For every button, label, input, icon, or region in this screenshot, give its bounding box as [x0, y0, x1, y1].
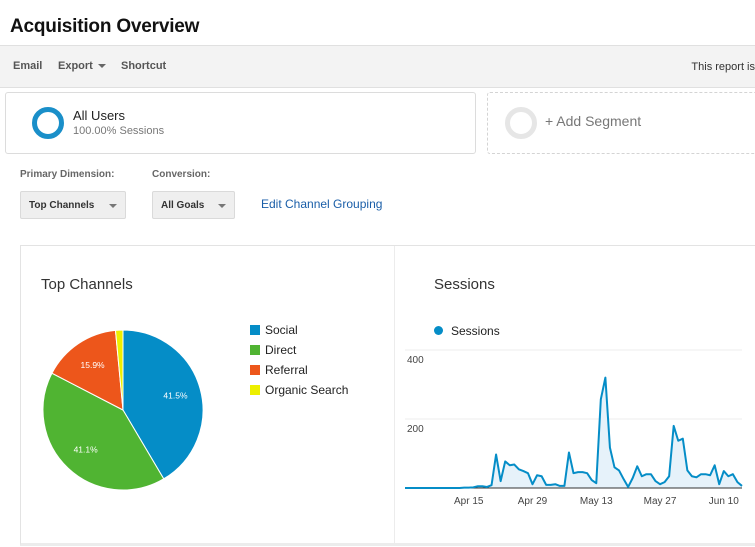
y-tick-label: 400 — [407, 355, 424, 366]
x-tick-label: May 13 — [580, 496, 613, 507]
export-label: Export — [58, 60, 93, 72]
report-status-text: This report is — [691, 61, 755, 73]
page-title: Acquisition Overview — [10, 16, 200, 37]
conversion-value: All Goals — [161, 200, 205, 211]
segment-all-users[interactable]: All Users 100.00% Sessions — [5, 92, 476, 154]
sessions-legend-label: Sessions — [451, 324, 500, 338]
legend-label: Organic Search — [265, 383, 349, 397]
legend-item-direct[interactable]: Direct — [250, 343, 296, 357]
pie-data-label: 41.1% — [74, 445, 99, 455]
empty-segment-ring-icon — [505, 107, 537, 139]
line-legend[interactable]: Sessions — [434, 324, 500, 338]
chevron-down-icon — [218, 204, 226, 208]
legend-swatch-icon — [250, 325, 260, 335]
segment-ring-icon — [32, 107, 64, 139]
export-button[interactable]: Export — [58, 60, 106, 72]
pie-data-label: 41.5% — [163, 391, 188, 401]
primary-dimension-label: Primary Dimension: — [20, 169, 115, 180]
primary-dimension-value: Top Channels — [29, 200, 95, 211]
pie-data-label: 15.9% — [81, 360, 106, 370]
legend-label: Referral — [265, 363, 308, 377]
report-toolbar: Email Export Shortcut This report is — [0, 45, 755, 88]
legend-item-referral[interactable]: Referral — [250, 363, 308, 377]
shortcut-button[interactable]: Shortcut — [121, 60, 166, 72]
add-segment-button[interactable]: + Add Segment — [487, 92, 755, 154]
primary-dimension-select[interactable]: Top Channels — [20, 191, 126, 219]
x-tick-label: Apr 15 — [454, 496, 484, 507]
x-tick-label: Jun 10 — [709, 496, 739, 507]
overview-panel: Top Channels 41.5% 41.1% 15.9% Social Direc… — [20, 245, 755, 546]
legend-label: Social — [265, 323, 298, 337]
edit-channel-grouping-link[interactable]: Edit Channel Grouping — [261, 197, 382, 211]
chevron-down-icon — [109, 204, 117, 208]
sessions-series-line[interactable] — [405, 376, 743, 489]
sessions-line-chart: 200 400 Apr 15 Apr 29 May 13 May 27 Jun 10 — [405, 349, 743, 507]
email-button[interactable]: Email — [13, 60, 42, 72]
segment-subtitle: 100.00% Sessions — [73, 125, 165, 137]
legend-item-organic-search[interactable]: Organic Search — [250, 383, 348, 397]
line-chart-title: Sessions — [434, 276, 495, 293]
top-channels-pie-chart: 41.5% 41.1% 15.9% — [42, 330, 204, 491]
legend-swatch-icon — [250, 365, 260, 375]
pie-chart-title: Top Channels — [41, 276, 133, 293]
conversion-label: Conversion: — [152, 169, 211, 180]
x-tick-label: May 27 — [644, 496, 677, 507]
legend-swatch-icon — [250, 345, 260, 355]
x-tick-label: Apr 29 — [518, 496, 548, 507]
chevron-down-icon — [97, 64, 106, 69]
legend-label: Direct — [265, 343, 297, 357]
sessions-legend-dot-icon — [434, 326, 443, 335]
y-tick-label: 200 — [407, 424, 424, 435]
conversion-select[interactable]: All Goals — [152, 191, 235, 219]
panel-divider — [394, 246, 395, 544]
segment-title: All Users — [73, 108, 126, 123]
legend-swatch-icon — [250, 385, 260, 395]
add-segment-label: + Add Segment — [545, 113, 642, 129]
legend-item-social[interactable]: Social — [250, 323, 298, 337]
